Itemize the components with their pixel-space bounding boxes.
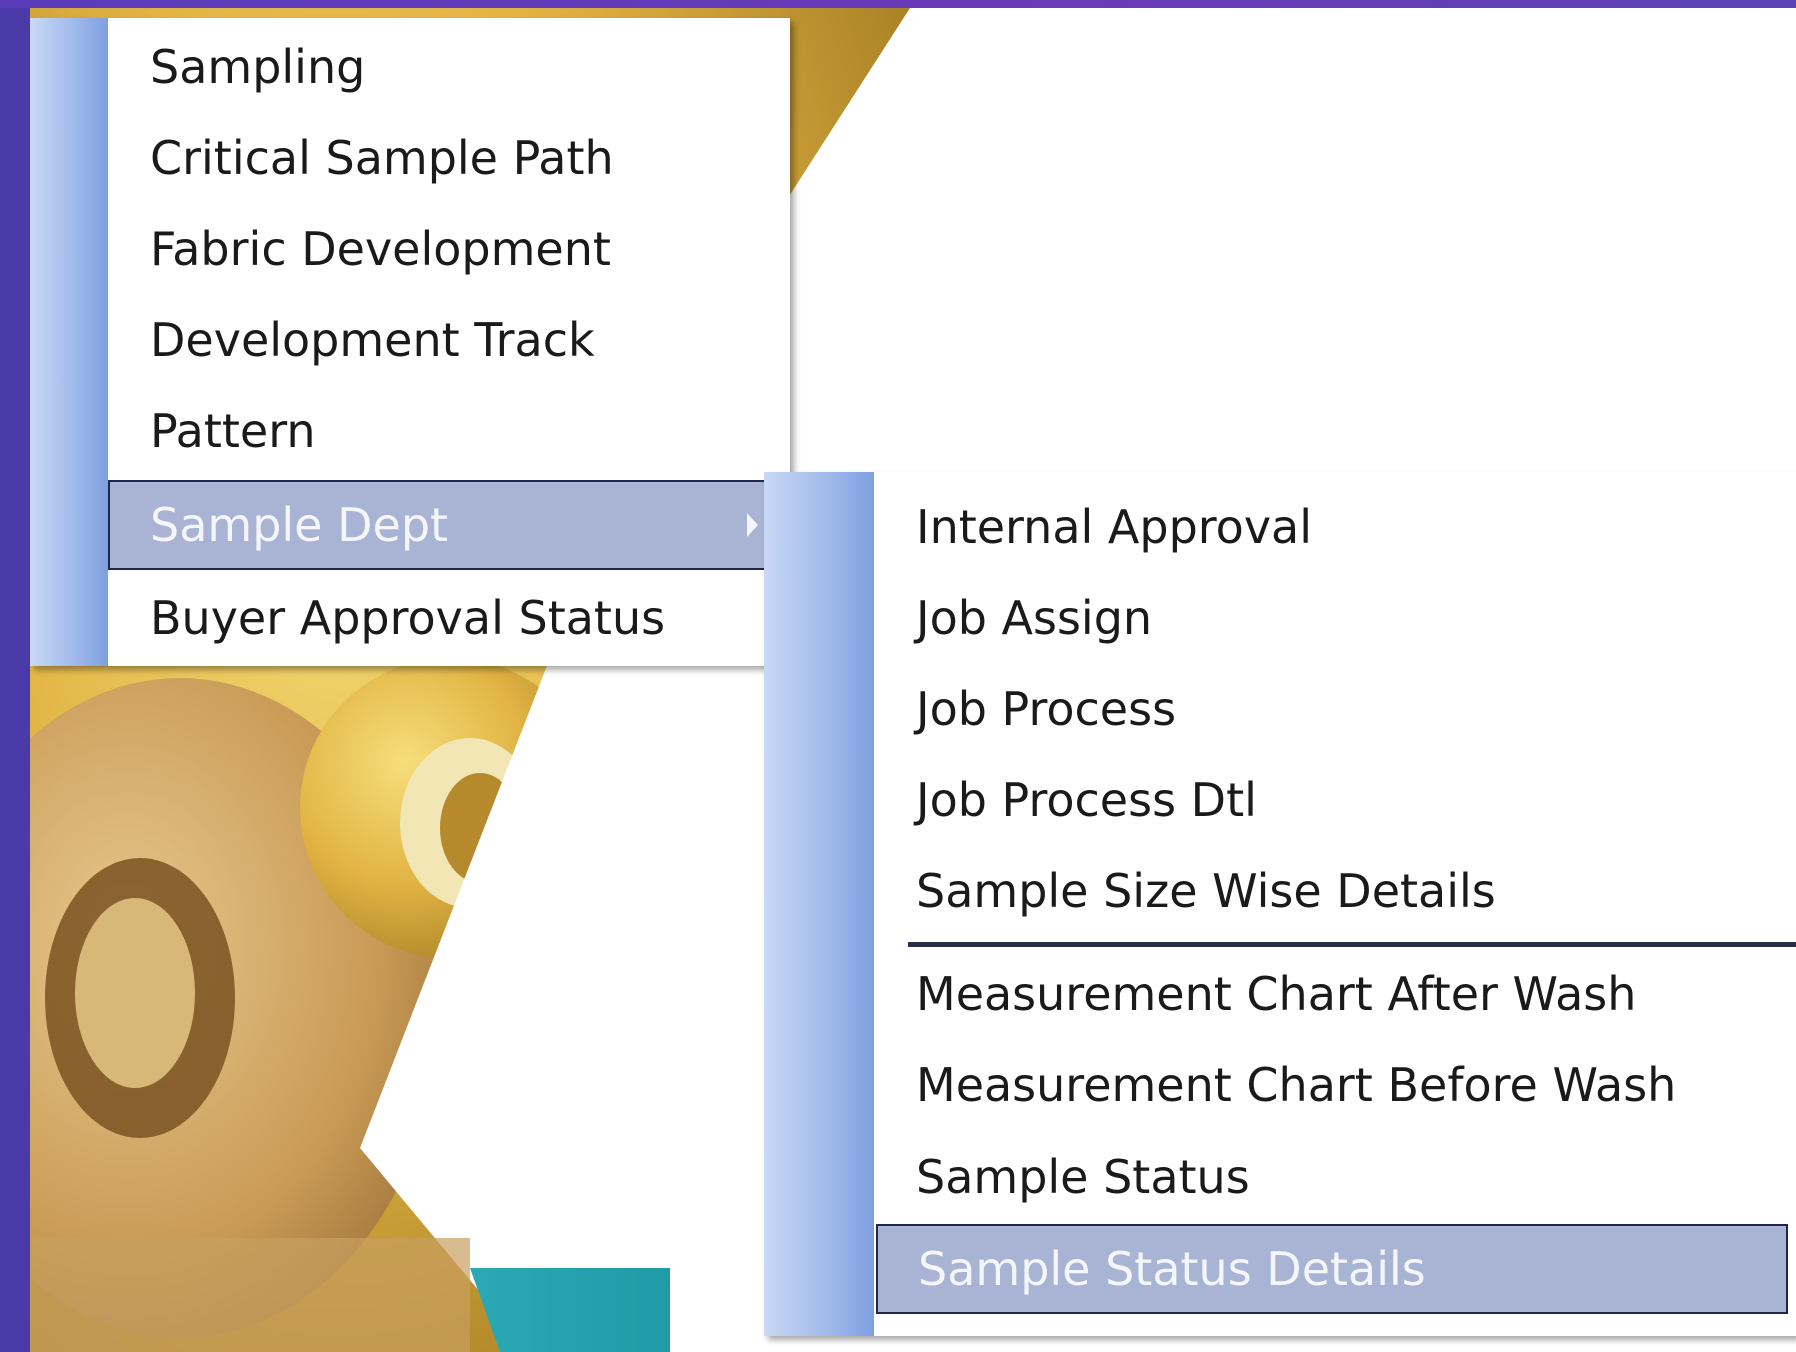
menu-item-label: Job Process Dtl xyxy=(916,773,1257,827)
submenu-item-sample-status-details[interactable]: Sample Status Details xyxy=(876,1224,1788,1314)
menu-item-label: Sample Size Wise Details xyxy=(916,864,1496,918)
submenu-item-sample-size-wise-details[interactable]: Sample Size Wise Details xyxy=(874,846,1796,936)
menu-item-fabric-development[interactable]: Fabric Development xyxy=(108,204,790,294)
menu-item-label: Sampling xyxy=(150,40,366,94)
menu-item-label: Sample Dept xyxy=(150,498,449,552)
submenu-item-sample-status[interactable]: Sample Status xyxy=(874,1132,1796,1222)
submenu-item-internal-approval[interactable]: Internal Approval xyxy=(874,482,1796,572)
menu-item-label: Job Assign xyxy=(916,591,1153,645)
menu-item-label: Critical Sample Path xyxy=(150,131,614,185)
menu-item-label: Buyer Approval Status xyxy=(150,591,666,645)
menu-item-development-track[interactable]: Development Track xyxy=(108,295,790,385)
menu-item-buyer-approval-status[interactable]: Buyer Approval Status xyxy=(108,573,790,663)
submenu-item-job-assign[interactable]: Job Assign xyxy=(874,573,1796,663)
menu-item-label: Measurement Chart After Wash xyxy=(916,967,1637,1021)
menu-item-label: Development Track xyxy=(150,313,595,367)
menu-item-label: Job Process xyxy=(916,682,1177,736)
submenu-item-measurement-chart-before-wash[interactable]: Measurement Chart Before Wash xyxy=(874,1040,1796,1130)
menu-item-label: Pattern xyxy=(150,404,316,458)
menu-item-critical-sample-path[interactable]: Critical Sample Path xyxy=(108,113,790,203)
submenu-item-job-process[interactable]: Job Process xyxy=(874,664,1796,754)
submenu-item-job-process-dtl[interactable]: Job Process Dtl xyxy=(874,755,1796,845)
main-menu-gutter xyxy=(30,18,108,666)
menu-item-label: Sample Status xyxy=(916,1150,1250,1204)
menu-item-label: Internal Approval xyxy=(916,500,1313,554)
submenu-separator xyxy=(908,942,1796,947)
submenu-arrow-icon xyxy=(747,513,758,537)
menu-item-label: Measurement Chart Before Wash xyxy=(916,1058,1677,1112)
submenu-gutter xyxy=(764,472,874,1336)
menu-item-label: Sample Status Details xyxy=(918,1242,1426,1296)
menu-item-sampling[interactable]: Sampling xyxy=(108,22,790,112)
menu-item-pattern[interactable]: Pattern xyxy=(108,386,790,476)
window-frame-top xyxy=(0,0,1796,8)
sample-dept-submenu: Internal Approval Job Assign Job Process… xyxy=(764,472,1796,1336)
menu-item-sample-dept[interactable]: Sample Dept xyxy=(108,480,790,570)
submenu-item-measurement-chart-after-wash[interactable]: Measurement Chart After Wash xyxy=(874,949,1796,1039)
menu-item-label: Fabric Development xyxy=(150,222,611,276)
main-menu: Sampling Critical Sample Path Fabric Dev… xyxy=(30,18,790,666)
